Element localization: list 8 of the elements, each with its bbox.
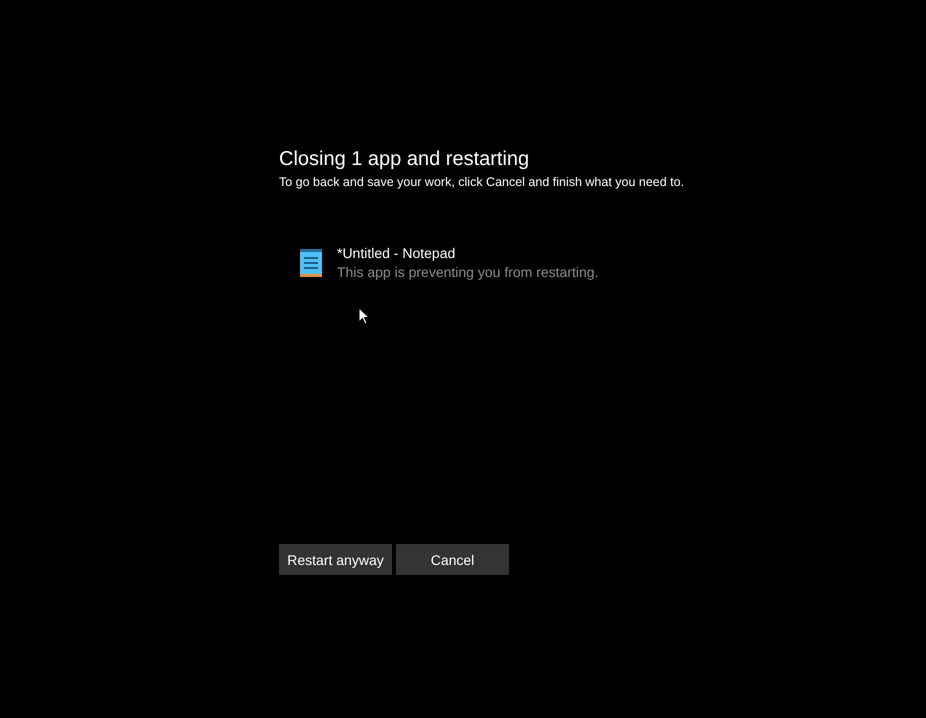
- instruction-text: To go back and save your work, click Cancel and finish what you need to.: [279, 174, 686, 191]
- notepad-icon: [299, 248, 323, 278]
- app-name: *Untitled - Notepad: [337, 244, 456, 263]
- dialog-button[interactable]: Cancel: [396, 544, 509, 575]
- app-status: This app is preventing you from restarting.: [337, 263, 598, 282]
- dialog-title: Closing 1 app and restarting: [279, 147, 530, 172]
- mouse-pointer-icon: [358, 307, 370, 325]
- dialog-button[interactable]: Restart anyway: [279, 544, 392, 575]
